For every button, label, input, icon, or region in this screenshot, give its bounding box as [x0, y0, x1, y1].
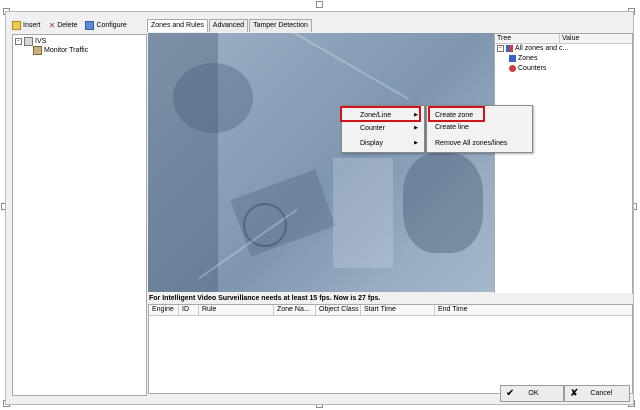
column-header-id[interactable]: ID — [179, 305, 199, 315]
rule-icon — [33, 46, 42, 55]
menu-item-label: Create line — [435, 124, 469, 131]
insert-label: Insert — [23, 21, 41, 29]
prop-label: Counters — [518, 65, 547, 72]
cancel-button[interactable]: ✘ Cancel — [564, 385, 630, 402]
zones-counters-icon — [506, 45, 513, 52]
video-shape — [173, 63, 253, 133]
ivs-config-window: Insert ✕ Delete Configure − IVS Monitor … — [5, 11, 634, 405]
fps-status-text: For Intelligent Video Surveillance needs… — [148, 293, 632, 304]
resize-handle[interactable] — [316, 1, 323, 8]
tree-item-monitor-traffic[interactable]: Monitor Traffic — [33, 46, 88, 55]
delete-icon: ✕ — [48, 20, 56, 30]
submenu-arrow-icon: ▶ — [414, 140, 418, 146]
events-header: Engine ID Rule Zone Na... Object Class S… — [149, 305, 632, 316]
cancel-label: Cancel — [590, 390, 613, 397]
prop-row-zones[interactable]: Zones — [509, 55, 537, 62]
rule-tree: − IVS Monitor Traffic — [12, 34, 147, 396]
configure-icon — [85, 20, 95, 30]
submenu-arrow-icon: ▶ — [414, 125, 418, 131]
highlight-zone-line — [340, 106, 421, 122]
menu-item-label: Counter — [360, 125, 385, 132]
tab-advanced[interactable]: Advanced — [208, 19, 249, 32]
menu-item-create-line[interactable]: Create line — [427, 121, 532, 134]
zones-icon — [509, 55, 516, 62]
tree-item-label: Monitor Traffic — [44, 47, 89, 54]
configure-button[interactable]: Configure — [85, 20, 127, 30]
column-header-object-class[interactable]: Object Class — [316, 305, 361, 315]
insert-button[interactable]: Insert — [12, 20, 41, 30]
collapse-icon[interactable]: − — [15, 38, 22, 45]
video-shape — [286, 33, 410, 100]
value-column-header[interactable]: Value — [560, 34, 632, 43]
highlight-create-zone — [428, 106, 485, 122]
menu-item-remove-all[interactable]: Remove All zones/lines — [427, 137, 532, 150]
tab-bar: Zones and Rules Advanced Tamper Detectio… — [147, 19, 313, 32]
configure-label: Configure — [96, 21, 127, 29]
prop-label: All zones and c... — [515, 45, 569, 52]
events-table: Engine ID Rule Zone Na... Object Class S… — [148, 304, 633, 394]
properties-grid: Tree Value − All zones and c... Zones Co… — [494, 33, 633, 294]
close-icon: ✘ — [570, 388, 579, 399]
tree-root-ivs[interactable]: − IVS — [15, 37, 46, 46]
tree-column-header[interactable]: Tree — [495, 34, 560, 43]
prop-row-counters[interactable]: Counters — [509, 65, 546, 72]
prop-label: Zones — [518, 55, 538, 62]
ok-label: OK — [528, 390, 539, 397]
column-header-end-time[interactable]: End Time — [435, 305, 632, 315]
ivs-icon — [24, 37, 33, 46]
column-header-rule[interactable]: Rule — [199, 305, 274, 315]
counters-icon — [509, 65, 516, 72]
properties-header: Tree Value — [495, 34, 632, 44]
menu-item-display[interactable]: Display ▶ — [342, 137, 424, 150]
tab-zones-and-rules[interactable]: Zones and Rules — [147, 19, 208, 32]
tab-tamper-detection[interactable]: Tamper Detection — [249, 19, 312, 32]
delete-label: Delete — [57, 21, 78, 29]
checkmark-icon: ✔ — [506, 388, 515, 399]
insert-icon — [12, 20, 21, 30]
menu-item-label: Display — [360, 140, 383, 147]
ok-button[interactable]: ✔ OK — [500, 385, 564, 402]
column-header-engine[interactable]: Engine — [149, 305, 179, 315]
column-header-start-time[interactable]: Start Time — [361, 305, 435, 315]
tree-root-label: IVS — [35, 38, 47, 45]
column-header-zone-name[interactable]: Zone Na... — [274, 305, 316, 315]
video-shape — [333, 158, 393, 268]
collapse-icon[interactable]: − — [497, 45, 504, 52]
camera-video-preview[interactable] — [148, 33, 494, 292]
menu-item-label: Remove All zones/lines — [435, 140, 508, 147]
video-shape — [403, 153, 483, 253]
prop-row-all-zones[interactable]: − All zones and c... — [497, 45, 568, 52]
menu-item-counter[interactable]: Counter ▶ — [342, 122, 424, 135]
tree-toolbar: Insert ✕ Delete Configure — [12, 19, 127, 31]
delete-button[interactable]: ✕ Delete — [48, 20, 78, 30]
